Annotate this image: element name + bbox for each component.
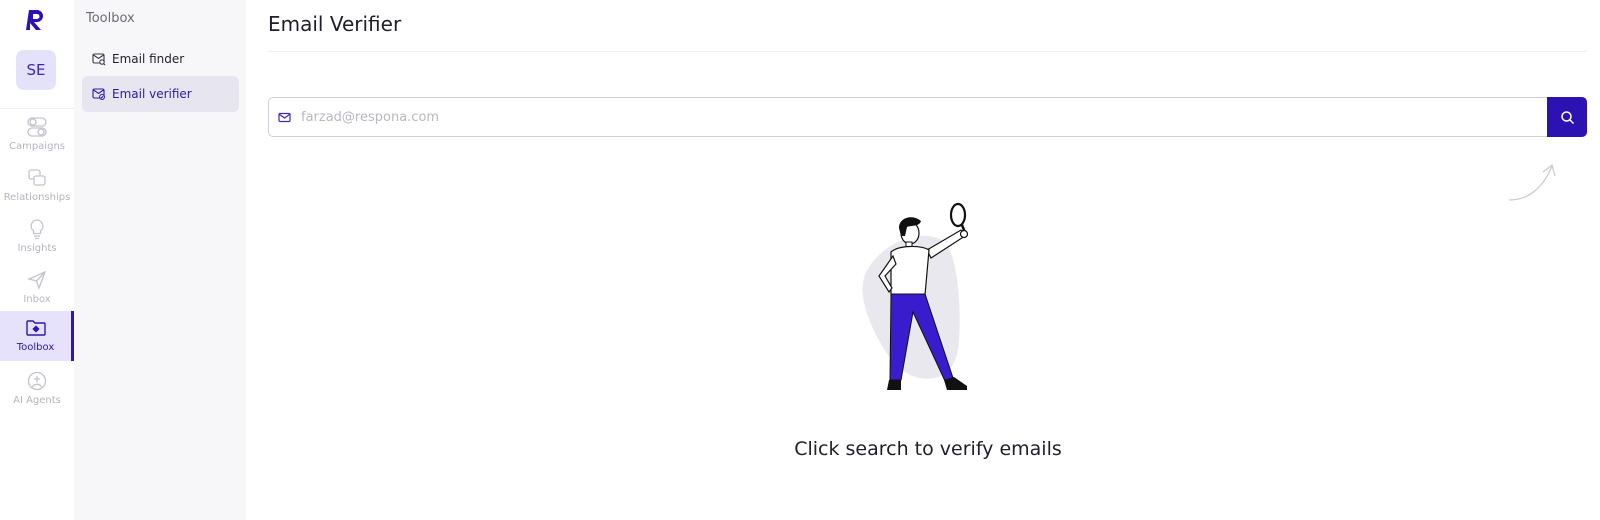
nav-label-inbox: Inbox <box>23 294 51 305</box>
mail-icon <box>278 112 291 123</box>
sidebar-item-label: Email finder <box>112 52 185 66</box>
search-button[interactable] <box>1547 97 1587 137</box>
main-nav-rail: SE Campaigns Relationships Insights Inbo… <box>0 0 74 520</box>
user-avatar[interactable]: SE <box>16 50 56 90</box>
nav-label-ai-agents: AI Agents <box>13 395 61 406</box>
rail-divider <box>0 108 74 109</box>
nav-item-insights[interactable]: Insights <box>0 212 74 262</box>
hint-arrow-icon <box>1508 163 1556 201</box>
sidebar-item-email-verifier[interactable]: Email verifier <box>82 76 239 112</box>
email-input[interactable] <box>301 99 1527 135</box>
respona-logo[interactable] <box>26 8 46 32</box>
page-title: Email Verifier <box>268 12 402 36</box>
search-icon <box>1560 110 1574 124</box>
nav-item-inbox[interactable]: Inbox <box>0 263 74 313</box>
email-search-bar <box>268 97 1587 137</box>
sidebar-title: Toolbox <box>86 11 135 26</box>
folder-gear-icon <box>25 320 46 336</box>
lightbulb-icon <box>30 219 44 240</box>
sidebar-item-email-finder[interactable]: Email finder <box>82 41 239 77</box>
nav-label-campaigns: Campaigns <box>8 141 65 152</box>
nav-item-campaigns[interactable]: Campaigns <box>0 110 74 160</box>
ai-agent-icon <box>27 371 47 391</box>
toolbox-sidebar: Toolbox Email finder Email verifier <box>74 0 246 520</box>
nav-item-toolbox[interactable]: Toolbox <box>0 311 74 361</box>
nav-item-relationships[interactable]: Relationships <box>0 161 74 211</box>
nav-label-insights: Insights <box>17 243 57 254</box>
nav-label-toolbox: Toolbox <box>16 342 55 353</box>
relationships-icon <box>28 169 46 186</box>
nav-label-relationships: Relationships <box>3 192 71 203</box>
paper-plane-icon <box>27 270 47 290</box>
nav-item-ai-agents[interactable]: AI Agents <box>0 364 74 414</box>
empty-state-message: Click search to verify emails <box>794 438 1062 460</box>
title-divider <box>268 51 1587 52</box>
sidebar-item-label: Email verifier <box>112 87 192 101</box>
email-verifier-icon <box>92 88 105 100</box>
campaigns-icon <box>27 117 47 137</box>
man-with-magnifier-illustration <box>862 202 969 390</box>
email-finder-icon <box>92 53 106 66</box>
